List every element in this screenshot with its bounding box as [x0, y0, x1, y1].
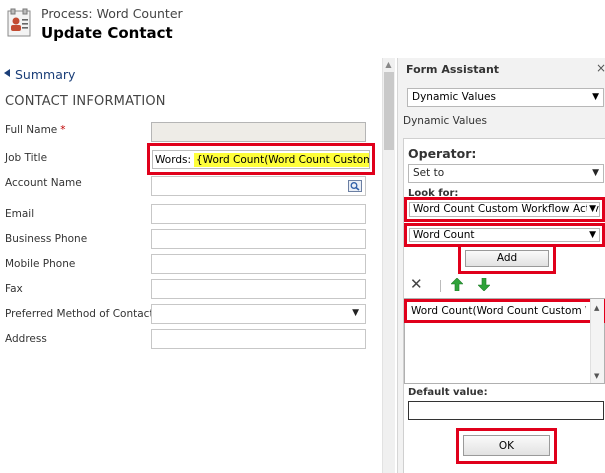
- list-item-highlight: Word Count(Word Count Custom Workflow Ac…: [404, 299, 605, 323]
- scroll-up-icon[interactable]: ▲: [594, 304, 599, 312]
- dropdown-arrow-icon: ▼: [592, 92, 599, 102]
- default-value-label: Default value:: [408, 387, 488, 398]
- preferred-method-select[interactable]: ▼: [151, 304, 366, 324]
- list-scrollbar[interactable]: ▲ ▼: [590, 299, 604, 383]
- operator-select[interactable]: Set to ▼: [408, 164, 604, 183]
- dynamic-value-token[interactable]: {Word Count(Word Count Custom Workflow A…: [194, 152, 369, 167]
- dropdown-arrow-icon: ▼: [587, 229, 596, 241]
- full-name-field[interactable]: [151, 122, 366, 142]
- page-title: Update Contact: [41, 24, 173, 42]
- email-field[interactable]: [151, 204, 366, 224]
- contact-card-icon: [6, 8, 32, 38]
- fax-field[interactable]: [151, 279, 366, 299]
- mobile-phone-field[interactable]: [151, 254, 366, 274]
- collapse-triangle-icon[interactable]: [4, 69, 10, 77]
- dropdown-arrow-icon: ▼: [587, 203, 596, 216]
- list-item[interactable]: Word Count(Word Count Custom Workflow Ac…: [409, 304, 586, 319]
- ok-button[interactable]: OK: [463, 435, 550, 456]
- add-button[interactable]: Add: [465, 250, 549, 267]
- look-for-entity-highlight: Word Count Custom Workflow Activity ▼: [404, 197, 605, 222]
- operator-label: Operator:: [408, 146, 477, 161]
- account-name-label: Account Name: [5, 177, 82, 189]
- form-assistant-title: Form Assistant: [406, 63, 500, 76]
- dropdown-arrow-icon: ▼: [352, 308, 359, 318]
- toolbar-divider: [440, 280, 441, 292]
- scroll-down-icon[interactable]: ▼: [594, 372, 599, 380]
- scroll-up-icon[interactable]: ▲: [382, 60, 395, 70]
- job-title-highlight: Words: {Word Count(Word Count Custom Wor…: [147, 143, 375, 175]
- process-label: Process: Word Counter: [41, 6, 183, 21]
- summary-link[interactable]: Summary: [15, 67, 75, 82]
- fax-label: Fax: [5, 283, 23, 295]
- section-title: CONTACT INFORMATION: [5, 94, 166, 109]
- job-title-label: Job Title: [5, 152, 48, 164]
- mobile-phone-label: Mobile Phone: [5, 258, 76, 270]
- required-marker: *: [60, 124, 66, 136]
- account-name-field[interactable]: [151, 176, 366, 196]
- assistant-mode-select[interactable]: Dynamic Values ▼: [407, 88, 604, 107]
- look-for-attribute-select[interactable]: Word Count ▼: [409, 228, 600, 242]
- move-up-arrow-icon[interactable]: [450, 277, 464, 292]
- business-phone-field[interactable]: [151, 229, 366, 249]
- ok-button-highlight: OK: [456, 428, 557, 464]
- address-label: Address: [5, 333, 47, 345]
- preferred-method-label: Preferred Method of Contact: [5, 308, 154, 320]
- default-value-input[interactable]: [408, 401, 604, 420]
- dynamic-values-heading: Dynamic Values: [403, 115, 487, 127]
- move-down-arrow-icon[interactable]: [477, 277, 491, 292]
- business-phone-label: Business Phone: [5, 233, 88, 245]
- job-title-field[interactable]: Words: {Word Count(Word Count Custom Wor…: [152, 150, 370, 169]
- email-label: Email: [5, 208, 35, 220]
- address-field[interactable]: [151, 329, 366, 349]
- lookup-icon[interactable]: [348, 180, 362, 192]
- close-icon[interactable]: ×: [596, 61, 605, 75]
- add-button-highlight: Add: [458, 244, 556, 274]
- scroll-thumb[interactable]: [384, 72, 394, 150]
- job-title-prefix: Words:: [155, 153, 191, 166]
- dynamic-values-list[interactable]: Word Count(Word Count Custom Workflow Ac…: [404, 298, 605, 384]
- look-for-entity-select[interactable]: Word Count Custom Workflow Activity ▼: [409, 202, 600, 217]
- full-name-label: Full Name *: [5, 124, 66, 136]
- dropdown-arrow-icon: ▼: [592, 168, 599, 178]
- delete-icon[interactable]: ✕: [410, 275, 423, 293]
